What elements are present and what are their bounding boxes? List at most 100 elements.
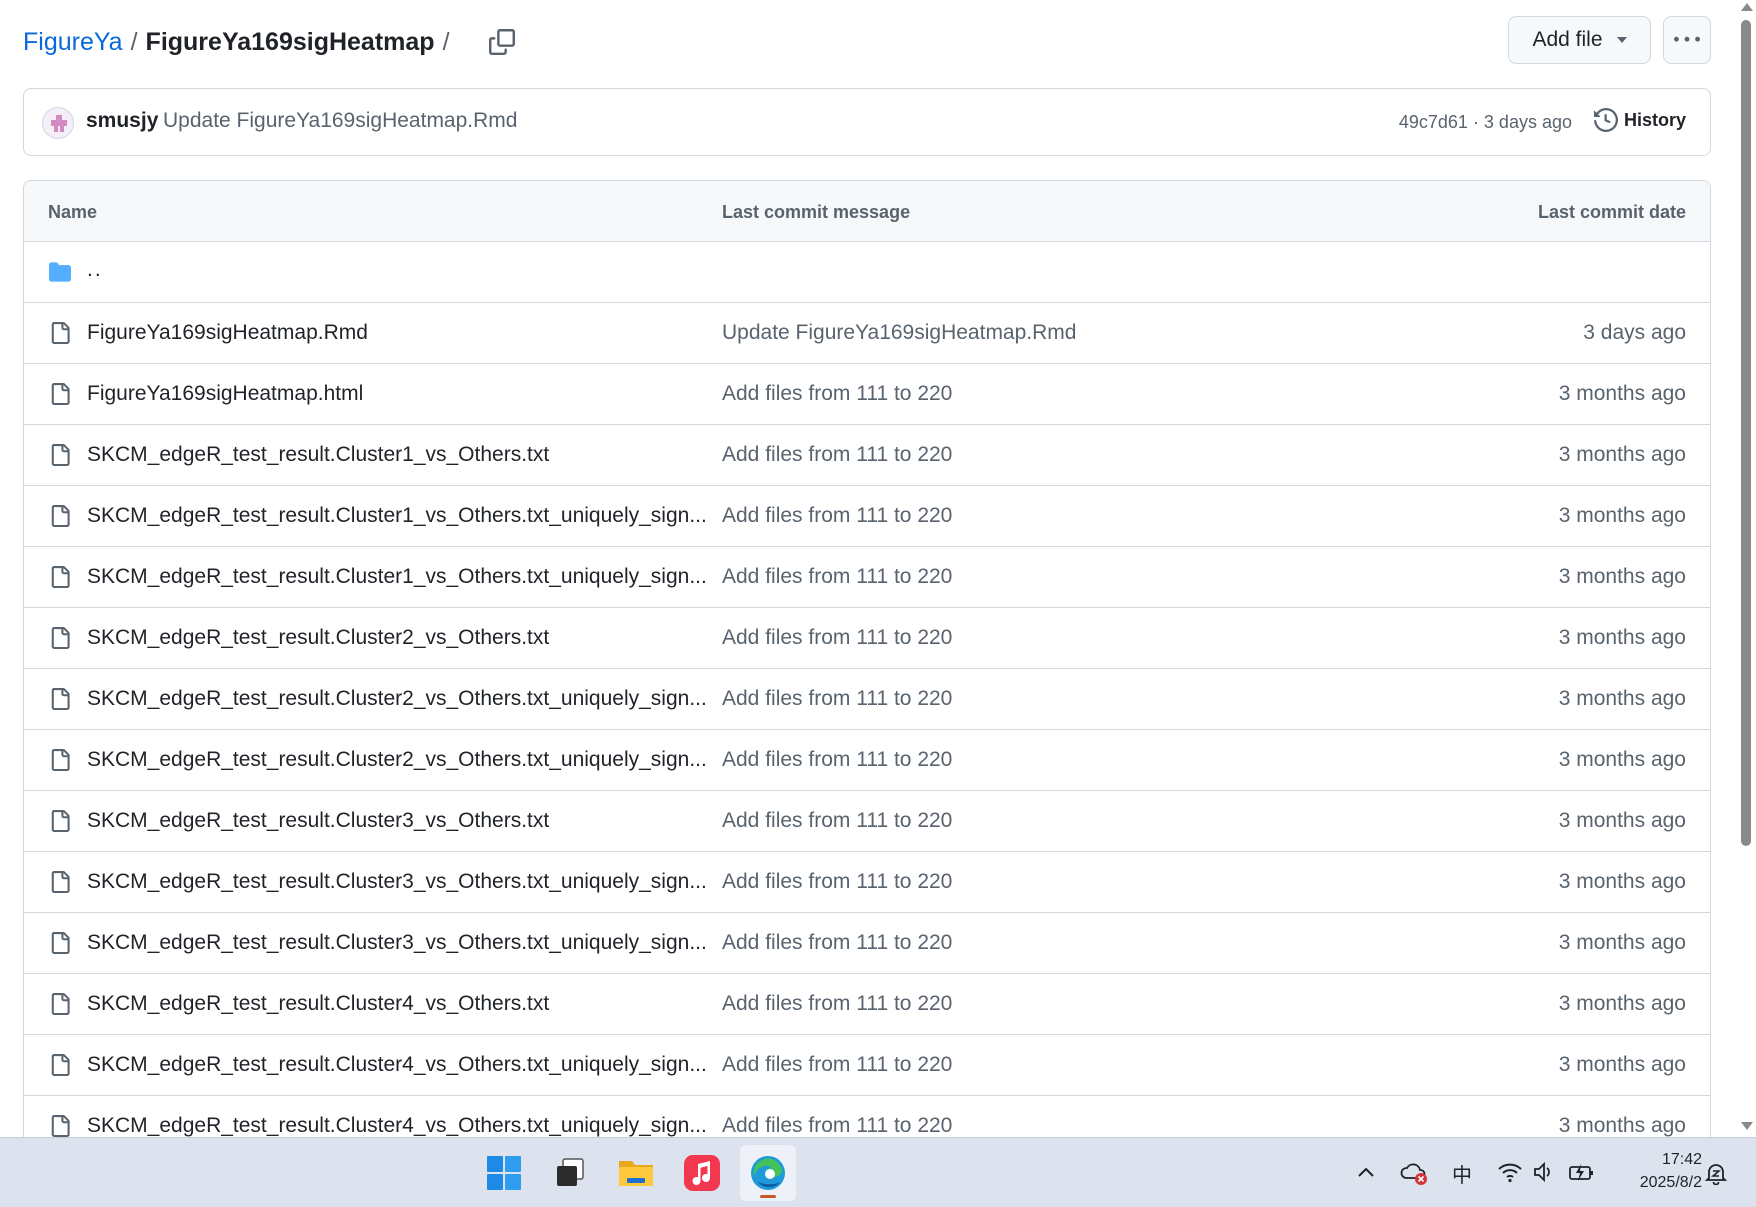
input-method-button[interactable]: 中 — [1450, 1160, 1474, 1187]
scroll-down-arrow-icon[interactable] — [1741, 1122, 1753, 1130]
commit-date: 3 months ago — [1558, 748, 1686, 771]
table-row[interactable]: SKCM_edgeR_test_result.Cluster4_vs_Other… — [24, 1096, 1710, 1137]
add-file-button[interactable]: Add file — [1508, 16, 1651, 64]
file-explorer-button[interactable] — [608, 1145, 664, 1201]
table-row[interactable]: FigureYa169sigHeatmap.Rmd Update FigureYa… — [24, 303, 1710, 364]
parent-directory-link[interactable]: .. — [87, 258, 103, 282]
scroll-up-arrow-icon[interactable] — [1741, 3, 1753, 11]
commit-date: 3 months ago — [1558, 931, 1686, 954]
table-row[interactable]: SKCM_edgeR_test_result.Cluster4_vs_Other… — [24, 974, 1710, 1035]
file-icon — [48, 1113, 72, 1137]
commit-message-link[interactable]: Add files from 111 to 220 — [722, 748, 952, 772]
start-button[interactable] — [476, 1145, 532, 1201]
commit-date: 3 months ago — [1558, 687, 1686, 710]
table-row[interactable]: SKCM_edgeR_test_result.Cluster3_vs_Other… — [24, 913, 1710, 974]
file-name-link[interactable]: SKCM_edgeR_test_result.Cluster4_vs_Other… — [87, 1053, 707, 1077]
commit-date: 3 months ago — [1558, 992, 1686, 1015]
commit-message-link[interactable]: Add files from 111 to 220 — [722, 931, 952, 955]
file-icon — [48, 869, 72, 895]
file-name-link[interactable]: SKCM_edgeR_test_result.Cluster4_vs_Other… — [87, 992, 549, 1016]
commit-message-link[interactable]: Add files from 111 to 220 — [722, 443, 952, 467]
commit-date: 3 months ago — [1558, 443, 1686, 466]
file-icon — [48, 564, 72, 590]
folder-icon — [48, 259, 72, 285]
file-name-link[interactable]: SKCM_edgeR_test_result.Cluster1_vs_Other… — [87, 565, 707, 589]
file-name-link[interactable]: SKCM_edgeR_test_result.Cluster4_vs_Other… — [87, 1114, 707, 1137]
breadcrumb-repo-link[interactable]: FigureYa — [23, 28, 123, 57]
file-icon — [48, 503, 72, 529]
table-row[interactable]: SKCM_edgeR_test_result.Cluster2_vs_Other… — [24, 669, 1710, 730]
commit-time: 3 days ago — [1483, 112, 1572, 132]
commit-message-link[interactable]: Add files from 111 to 220 — [722, 687, 952, 711]
table-row[interactable]: SKCM_edgeR_test_result.Cluster4_vs_Other… — [24, 1035, 1710, 1096]
table-row[interactable]: SKCM_edgeR_test_result.Cluster2_vs_Other… — [24, 730, 1710, 791]
task-view-icon — [557, 1158, 584, 1186]
file-rows: FigureYa169sigHeatmap.Rmd Update FigureYa… — [24, 303, 1710, 1137]
table-row[interactable]: SKCM_edgeR_test_result.Cluster3_vs_Other… — [24, 791, 1710, 852]
latest-commit-bar: smusjy Update FigureYa169sigHeatmap.Rmd … — [23, 88, 1711, 156]
copy-path-button[interactable] — [486, 26, 518, 58]
avatar[interactable] — [42, 107, 74, 139]
file-name-link[interactable]: SKCM_edgeR_test_result.Cluster2_vs_Other… — [87, 748, 707, 772]
battery-button[interactable] — [1568, 1160, 1596, 1184]
commit-message-link[interactable]: Update FigureYa169sigHeatmap.Rmd — [722, 321, 1076, 345]
volume-icon — [1534, 1161, 1550, 1183]
table-row[interactable]: SKCM_edgeR_test_result.Cluster3_vs_Other… — [24, 852, 1710, 913]
edge-browser-button[interactable] — [740, 1145, 796, 1201]
system-clock[interactable]: 17:42 2025/8/2 — [1612, 1148, 1702, 1194]
file-name-link[interactable]: SKCM_edgeR_test_result.Cluster3_vs_Other… — [87, 931, 707, 955]
file-icon — [48, 808, 72, 834]
onedrive-status-button[interactable] — [1400, 1160, 1428, 1186]
file-icon — [48, 686, 72, 712]
scroll-thumb[interactable] — [1741, 20, 1751, 846]
table-row[interactable]: SKCM_edgeR_test_result.Cluster1_vs_Other… — [24, 486, 1710, 547]
volume-button[interactable] — [1532, 1160, 1556, 1184]
commit-sha-link[interactable]: 49c7d61 — [1399, 112, 1468, 133]
file-name-link[interactable]: SKCM_edgeR_test_result.Cluster3_vs_Other… — [87, 809, 549, 833]
table-row[interactable]: SKCM_edgeR_test_result.Cluster2_vs_Other… — [24, 608, 1710, 669]
header-last-commit-message: Last commit message — [722, 202, 911, 222]
commit-message-link[interactable]: Add files from 111 to 220 — [722, 504, 952, 528]
commit-message-link[interactable]: Add files from 111 to 220 — [722, 809, 952, 833]
history-button[interactable]: History — [1593, 108, 1686, 132]
notification-center-button[interactable] — [1703, 1160, 1729, 1186]
music-app-icon — [684, 1155, 720, 1191]
commit-message-link[interactable]: Add files from 111 to 220 — [722, 1053, 952, 1077]
music-app-button[interactable] — [674, 1145, 730, 1201]
table-row[interactable]: FigureYa169sigHeatmap.html Add files from… — [24, 364, 1710, 425]
header-last-commit-date: Last commit date — [1537, 202, 1686, 222]
file-explorer-icon — [619, 1161, 653, 1186]
commit-message-link[interactable]: Add files from 111 to 220 — [722, 626, 952, 650]
commit-message-link[interactable]: Add files from 111 to 220 — [722, 382, 952, 406]
vertical-scrollbar[interactable] — [1736, 0, 1756, 1137]
file-name-link[interactable]: FigureYa169sigHeatmap.html — [87, 382, 363, 406]
table-header: Name Last commit message Last commit dat… — [24, 181, 1710, 242]
table-row[interactable]: SKCM_edgeR_test_result.Cluster1_vs_Other… — [24, 425, 1710, 486]
history-icon — [1593, 108, 1618, 132]
commit-message-link[interactable]: Add files from 111 to 220 — [722, 870, 952, 894]
commit-date: 3 months ago — [1558, 1114, 1686, 1137]
more-options-button[interactable] — [1663, 16, 1711, 64]
commit-message-link[interactable]: Update FigureYa169sigHeatmap.Rmd — [163, 109, 517, 133]
commit-message-link[interactable]: Add files from 111 to 220 — [722, 565, 952, 589]
commit-author-link[interactable]: smusjy — [86, 109, 158, 133]
start-icon — [487, 1156, 521, 1190]
file-name-link[interactable]: SKCM_edgeR_test_result.Cluster3_vs_Other… — [87, 870, 707, 894]
commit-message-link[interactable]: Add files from 111 to 220 — [722, 992, 952, 1016]
wifi-button[interactable] — [1497, 1160, 1523, 1184]
show-hidden-icons-button[interactable] — [1356, 1160, 1376, 1184]
file-icon — [48, 442, 72, 468]
file-table: Name Last commit message Last commit dat… — [23, 180, 1711, 1137]
parent-directory-row[interactable]: .. — [24, 242, 1710, 303]
task-view-button[interactable] — [542, 1145, 598, 1201]
file-name-link[interactable]: SKCM_edgeR_test_result.Cluster2_vs_Other… — [87, 687, 707, 711]
active-app-indicator — [760, 1195, 776, 1198]
add-file-label: Add file — [1532, 28, 1603, 51]
kebab-horizontal-icon — [1674, 36, 1700, 42]
file-name-link[interactable]: SKCM_edgeR_test_result.Cluster1_vs_Other… — [87, 443, 549, 467]
table-row[interactable]: SKCM_edgeR_test_result.Cluster1_vs_Other… — [24, 547, 1710, 608]
commit-message-link[interactable]: Add files from 111 to 220 — [722, 1114, 952, 1137]
file-name-link[interactable]: FigureYa169sigHeatmap.Rmd — [87, 321, 368, 345]
file-name-link[interactable]: SKCM_edgeR_test_result.Cluster2_vs_Other… — [87, 626, 549, 650]
file-name-link[interactable]: SKCM_edgeR_test_result.Cluster1_vs_Other… — [87, 504, 707, 528]
